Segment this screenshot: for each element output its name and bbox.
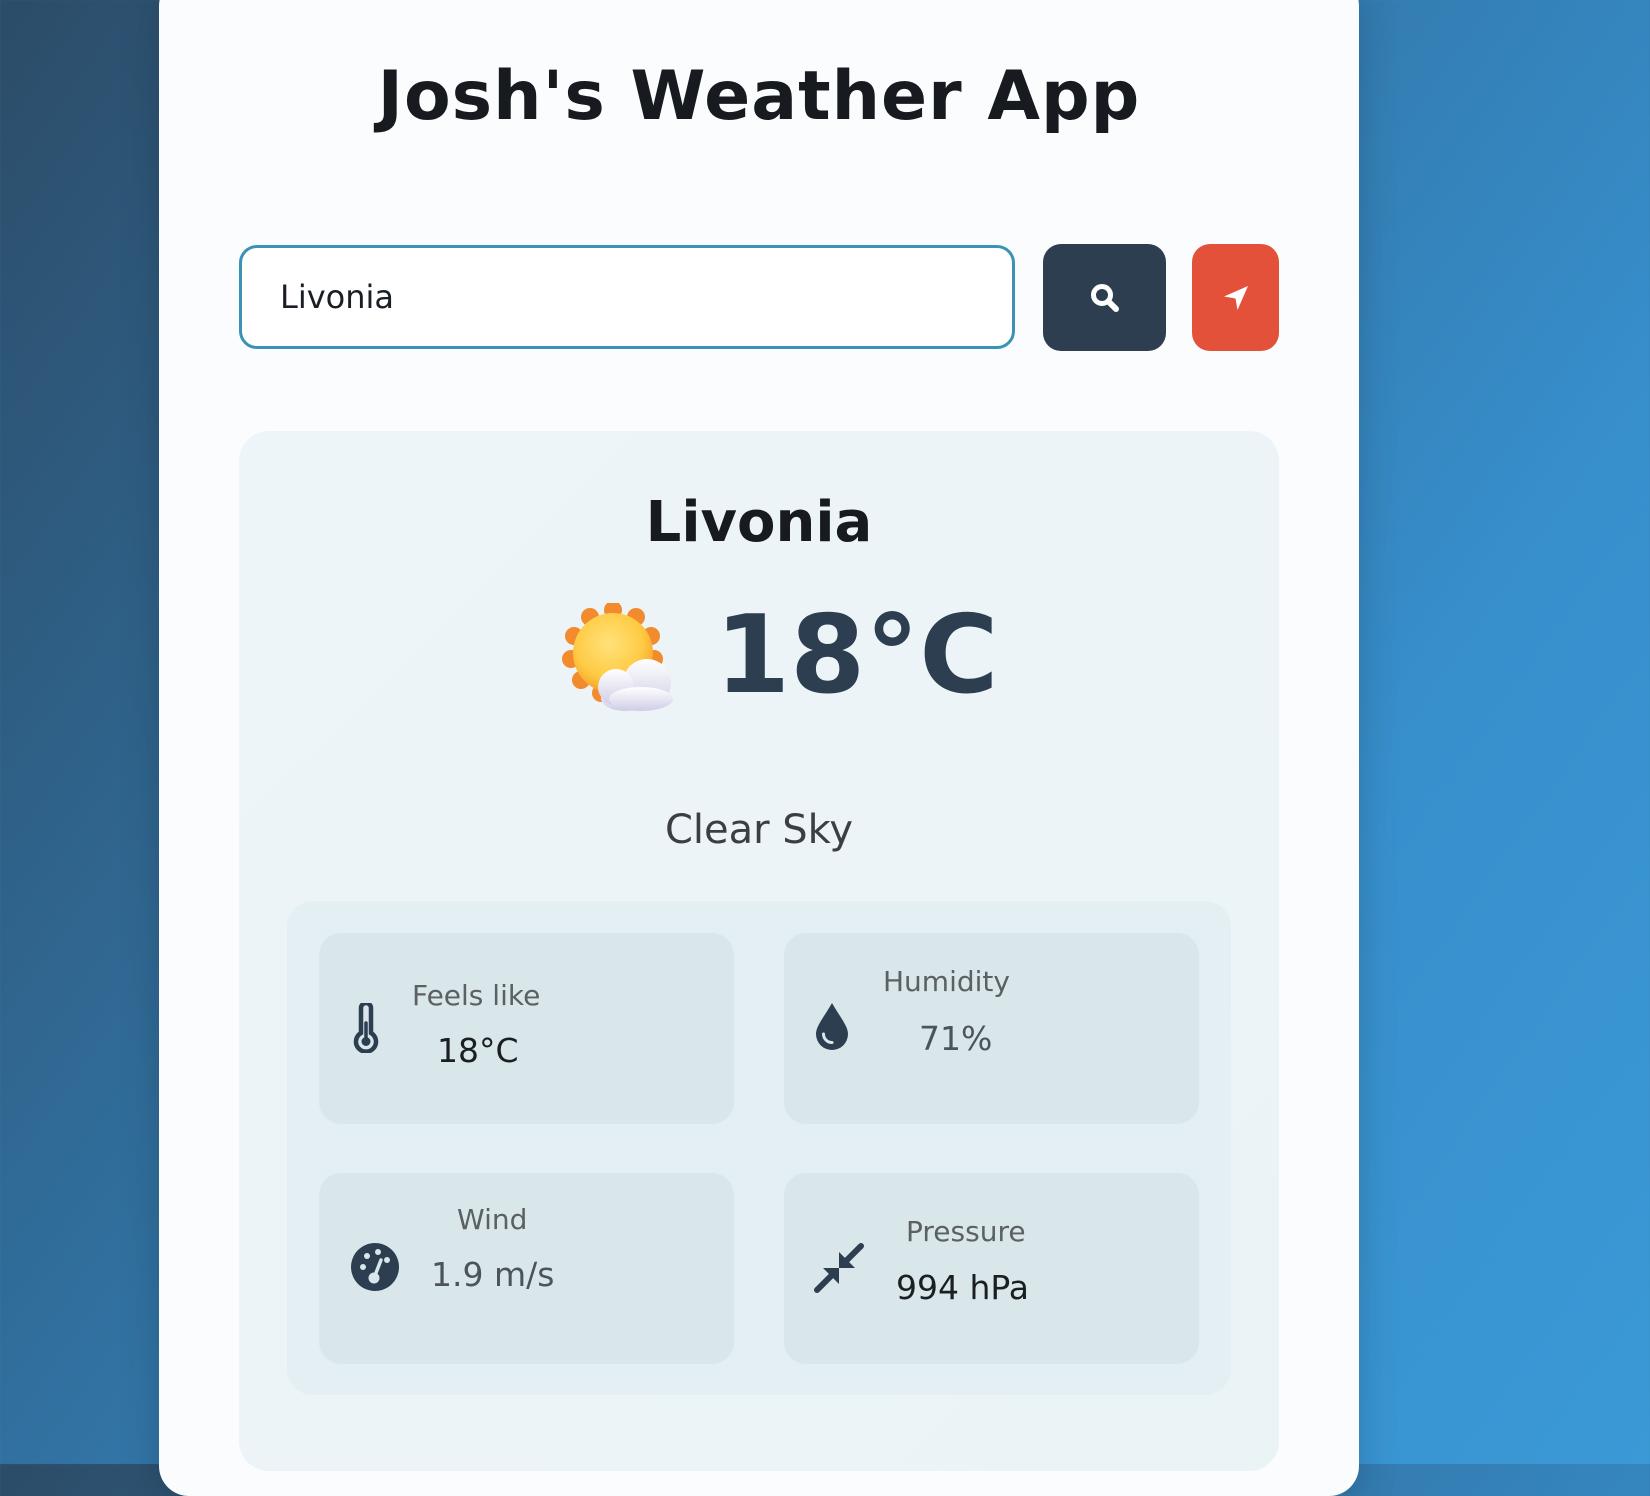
humidity-card: Humidity 71% xyxy=(784,933,1199,1124)
current-temperature: 18°C xyxy=(715,593,999,718)
sun-behind-cloud-icon xyxy=(562,603,673,711)
feels-like-value: 18°C xyxy=(437,1031,519,1070)
compress-arrows-icon xyxy=(814,1243,864,1293)
wind-value: 1.9 m/s xyxy=(431,1255,555,1294)
humidity-label: Humidity xyxy=(883,965,1010,998)
wind-label: Wind xyxy=(457,1203,528,1236)
feels-like-card: Feels like 18°C xyxy=(319,933,734,1124)
current-weather-panel: Livonia 18°C Clear Sky Feels like 18°C H… xyxy=(239,431,1279,1471)
pressure-label: Pressure xyxy=(906,1215,1026,1248)
pressure-value: 994 hPa xyxy=(896,1268,1030,1307)
water-drop-icon xyxy=(816,1003,848,1050)
city-name: Livonia xyxy=(645,490,873,555)
location-arrow-icon xyxy=(1223,285,1248,310)
weather-app-card: Josh's Weather App Livonia Livonia 18°C … xyxy=(159,0,1359,1496)
search-icon xyxy=(1090,283,1119,312)
feels-like-label: Feels like xyxy=(412,979,541,1012)
weather-description: Clear Sky xyxy=(664,807,854,853)
weather-details-panel: Feels like 18°C Humidity 71% Wind 1.9 m/… xyxy=(287,901,1231,1395)
humidity-value: 71% xyxy=(919,1019,993,1058)
gauge-icon xyxy=(351,1243,399,1291)
pressure-card: Pressure 994 hPa xyxy=(784,1173,1199,1364)
search-button[interactable] xyxy=(1043,244,1166,351)
wind-card: Wind 1.9 m/s xyxy=(319,1173,734,1364)
city-search-input[interactable] xyxy=(239,245,1015,349)
thermometer-icon xyxy=(353,1003,379,1053)
app-title: Josh's Weather App xyxy=(377,57,1141,136)
current-location-button[interactable] xyxy=(1192,244,1279,351)
